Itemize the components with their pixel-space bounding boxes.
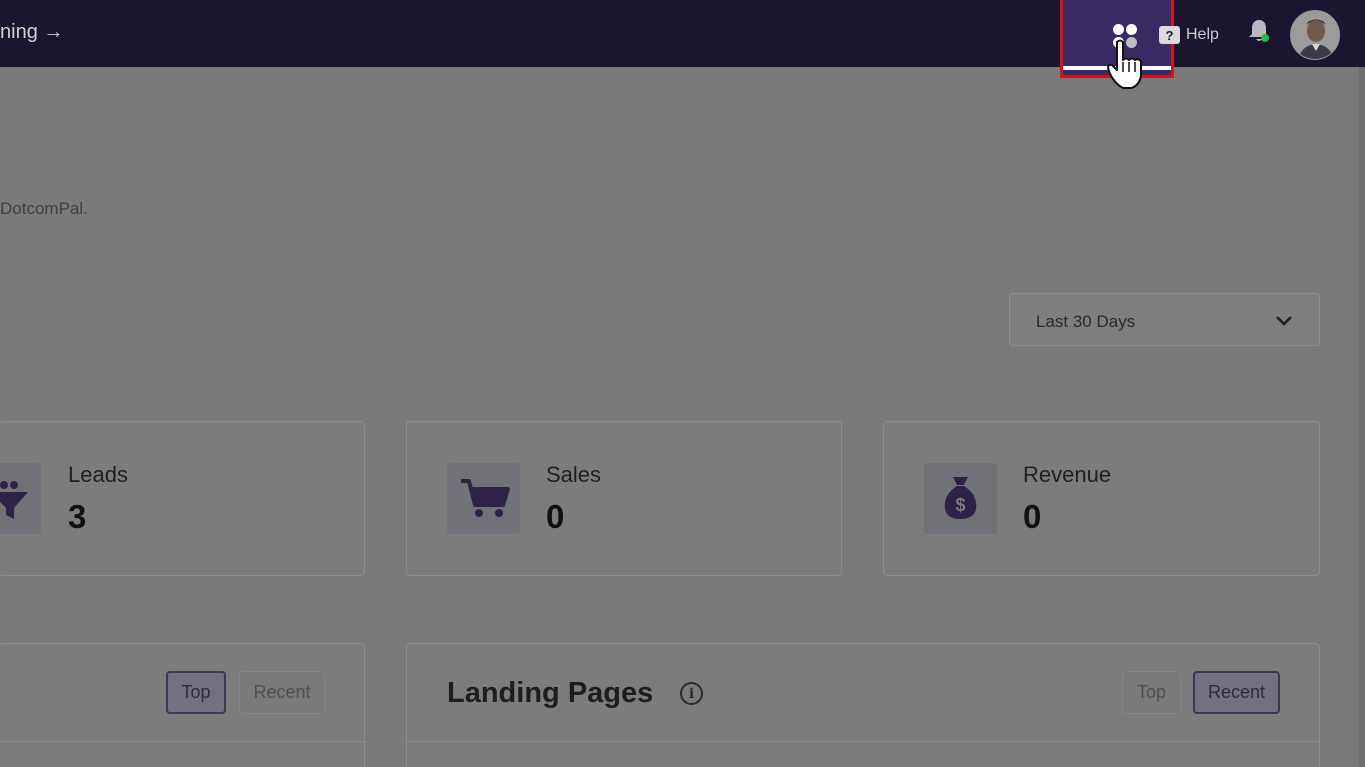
help-label: Help [1186,26,1219,43]
revenue-value: 0 [1023,498,1042,535]
revenue-label: Revenue [1023,462,1112,487]
info-icon[interactable]: i [680,682,703,705]
panel-divider [0,741,366,742]
landing-pages-tab-recent[interactable]: Recent [1193,671,1280,714]
sales-value: 0 [546,498,565,535]
help-icon: ? [1159,26,1180,44]
money-bag-icon: $ [924,463,997,534]
svg-text:$: $ [955,495,965,515]
leads-label: Leads [68,462,128,487]
panel-divider [407,741,1321,742]
landing-pages-title: Landing Pages [447,677,654,709]
help-button[interactable]: ? Help [1159,24,1219,46]
hand-cursor-icon [1107,39,1142,89]
left-panel: Top Recent [0,643,366,767]
landing-pages-panel: Landing Pages i Top Recent [406,643,1321,767]
left-tab-top[interactable]: Top [166,671,226,714]
date-range-value: Last 30 Days [1036,312,1136,331]
shopping-cart-icon [447,463,520,534]
training-link[interactable]: ning → [0,21,63,44]
revenue-stat-card: $ Revenue 0 [883,421,1320,576]
bell-icon[interactable] [1247,18,1271,44]
date-range-select[interactable]: Last 30 Days [1009,293,1320,346]
sales-label: Sales [546,462,602,487]
landing-pages-tab-top[interactable]: Top [1122,671,1181,714]
chevron-down-icon [1276,316,1292,326]
sales-stat-card: Sales 0 [406,421,842,576]
welcome-text: DotcomPal. [0,199,88,218]
user-avatar[interactable] [1290,10,1340,60]
leads-value: 3 [68,498,87,535]
left-tab-recent[interactable]: Recent [239,671,325,714]
avatar-image [1291,11,1339,59]
page-scrollbar[interactable] [1359,67,1365,767]
funnel-people-icon [0,463,41,534]
top-navigation-bar: ning → ? Help [0,0,1365,78]
leads-stat-card: Leads 3 [0,421,365,576]
